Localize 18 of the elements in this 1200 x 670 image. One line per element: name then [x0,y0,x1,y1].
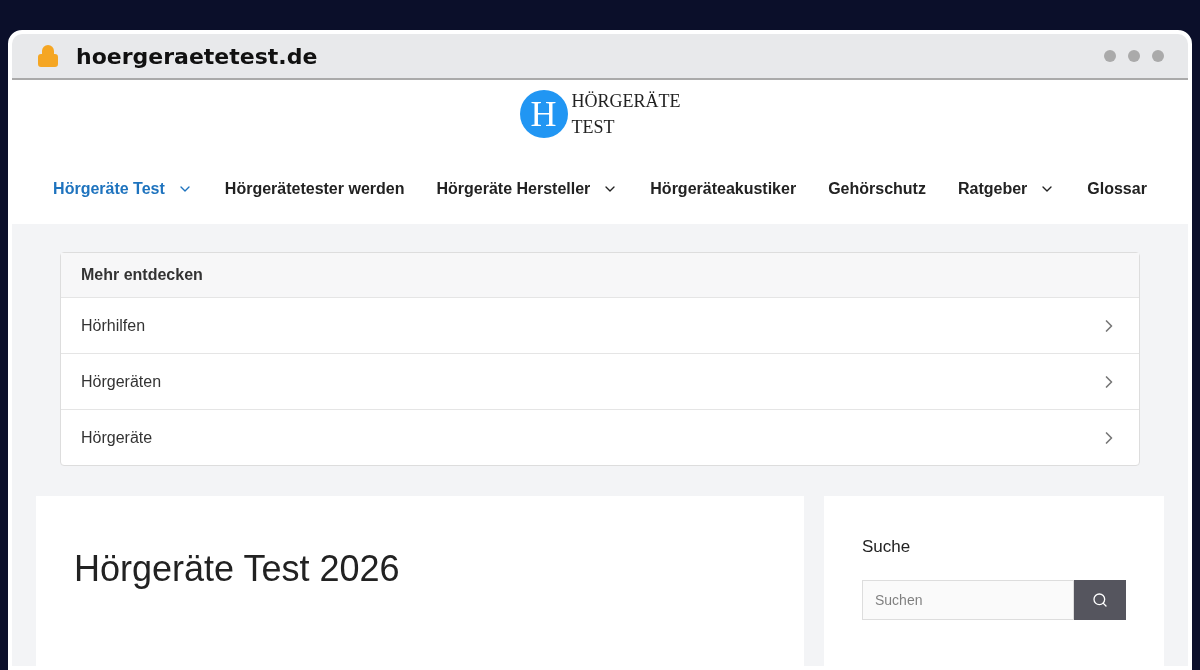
nav-link[interactable]: Gehörschutz [812,164,942,214]
search-button[interactable] [1074,579,1126,620]
discover-item[interactable]: Hörgeräte [61,409,1139,465]
nav-link[interactable]: Hörgeräteakustiker [634,164,813,214]
nav-link[interactable]: Hörgerätetester werden [208,164,421,214]
nav-link[interactable]: Hörgeräte Hersteller [420,164,635,214]
card-header: Mehr entdecken [61,253,1139,297]
discover-item[interactable]: Hörgeräten [61,353,1139,409]
sidebar-title: Suche [862,536,912,558]
search-icon [1092,591,1108,608]
article-title: Hörgeräte Test 2026 [74,547,401,591]
nav-link[interactable]: Hörgeräte Test [37,164,209,214]
discover-item[interactable]: Hörhilfen [61,297,1139,353]
search-field[interactable]: Suchen [862,579,1074,620]
nav-link[interactable]: Ratgeber [941,164,1072,214]
url-text: hoergeraetetest.de [76,42,318,71]
nav-link[interactable]: Glossar [1071,164,1163,214]
lock-icon [36,44,60,68]
